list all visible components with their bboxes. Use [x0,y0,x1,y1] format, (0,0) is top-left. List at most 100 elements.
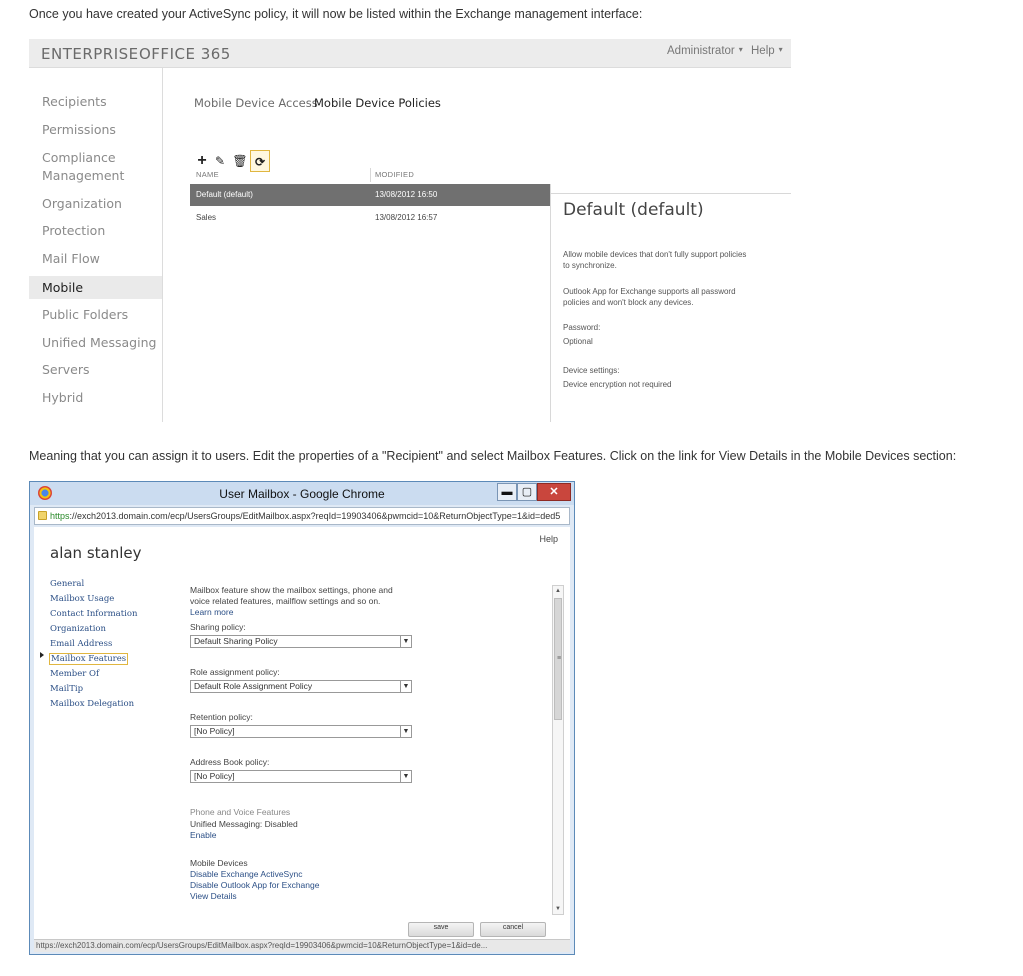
close-button[interactable]: ✕ [537,483,571,501]
enterprise-tab[interactable]: ENTERPRISE [41,45,139,63]
detail-text: to synchronize. [563,261,617,270]
chrome-window-screenshot: User Mailbox - Google Chrome ▬ ▢ ✕ https… [29,481,575,955]
intro-paragraph: Once you have created your ActiveSync po… [29,7,643,21]
side-link-email-address[interactable]: Email Address [50,639,112,649]
role-assignment-select[interactable]: Default Role Assignment Policy ▼ [190,680,412,693]
disable-owa-link[interactable]: Disable Outlook App for Exchange [190,880,319,891]
chevron-down-icon: ▼ [400,681,411,692]
cancel-button[interactable]: cancel [480,922,546,937]
view-details-link[interactable]: View Details [190,891,237,902]
detail-text: policies and won't block any devices. [563,298,694,307]
office365-tab[interactable]: OFFICE 365 [139,45,231,63]
edit-icon[interactable]: ✎ [210,150,230,172]
role-assignment-label: Role assignment policy: [190,667,280,677]
side-link-mailbox-features[interactable]: Mailbox Features [49,653,129,665]
column-divider [370,168,371,182]
administrator-menu[interactable]: Administrator ▾ [667,45,743,57]
password-label: Password: [563,323,601,332]
save-button[interactable]: save [408,922,474,937]
sidebar-item-protection[interactable]: Protection [29,222,162,240]
intro-text: voice related features, mailflow setting… [190,596,381,606]
sharing-policy-label: Sharing policy: [190,622,246,632]
sidebar-item-compliance-management[interactable]: Management [29,167,162,185]
address-book-policy-label: Address Book policy: [190,757,270,767]
sidebar-item-public-folders[interactable]: Public Folders [29,306,162,324]
device-settings-value: Device encryption not required [563,380,672,389]
address-url: ://exch2013.domain.com/ecp/UsersGroups/E… [69,511,561,521]
eac-sidebar: Recipients Permissions Compliance Manage… [29,68,163,422]
tab-mobile-device-access[interactable]: Mobile Device Access [194,96,318,110]
retention-policy-select[interactable]: [No Policy] ▼ [190,725,412,738]
learn-more-link[interactable]: Learn more [190,607,233,618]
administrator-label: Administrator [667,45,735,57]
chevron-down-icon: ▼ [400,726,411,737]
address-scheme: https [50,511,70,521]
retention-policy-label: Retention policy: [190,712,253,722]
page-title: alan stanley [50,544,142,562]
sidebar-item-recipients[interactable]: Recipients [29,93,162,111]
side-link-member-of[interactable]: Member Of [50,669,99,679]
tab-mobile-device-policies[interactable]: Mobile Device Policies [314,96,441,110]
scrollbar-thumb[interactable]: ≡ [554,598,562,720]
disable-activesync-link[interactable]: Disable Exchange ActiveSync [190,869,302,880]
table-row[interactable]: Sales 13/08/2012 16:57 [190,207,551,229]
device-settings-label: Device settings: [563,366,620,375]
policy-name: Default (default) [196,190,253,199]
role-assignment-value: Default Role Assignment Policy [194,681,313,691]
vertical-scrollbar[interactable]: ▲ ≡ ▼ [552,585,564,915]
address-bar[interactable]: https://exch2013.domain.com/ecp/UsersGro… [34,507,570,525]
sidebar-item-servers[interactable]: Servers [29,361,162,379]
sidebar-item-organization[interactable]: Organization [29,195,162,213]
help-menu[interactable]: Help ▾ [751,45,783,57]
sidebar-item-compliance[interactable]: Compliance [29,149,162,167]
sidebar-item-mail-flow[interactable]: Mail Flow [29,250,162,268]
column-header-name[interactable]: NAME [196,170,219,179]
table-row[interactable]: Default (default) 13/08/2012 16:50 [190,184,551,206]
chevron-down-icon: ▼ [400,636,411,647]
detail-title: Default (default) [563,200,704,220]
retention-policy-value: [No Policy] [194,726,235,736]
side-link-mailtip[interactable]: MailTip [50,684,83,694]
side-link-mailbox-usage[interactable]: Mailbox Usage [50,594,114,604]
chevron-down-icon: ▾ [778,45,783,54]
minimize-button[interactable]: ▬ [497,483,517,501]
window-titlebar: User Mailbox - Google Chrome ▬ ▢ ✕ [30,482,574,505]
delete-icon[interactable]: 🗑 [230,150,250,172]
chevron-down-icon: ▾ [738,45,743,54]
password-value: Optional [563,337,593,346]
window-title: User Mailbox - Google Chrome [219,487,385,501]
sharing-policy-select[interactable]: Default Sharing Policy ▼ [190,635,412,648]
enable-link[interactable]: Enable [190,830,216,841]
status-bar: https://exch2013.domain.com/ecp/UsersGro… [34,939,570,952]
side-link-mailbox-delegation[interactable]: Mailbox Delegation [50,699,134,709]
detail-text: Outlook App for Exchange supports all pa… [563,287,736,296]
intro-text: Mailbox feature show the mailbox setting… [190,585,393,595]
add-icon[interactable]: + [192,150,212,172]
policy-modified: 13/08/2012 16:57 [375,213,438,222]
refresh-icon[interactable]: ⟳ [250,150,270,172]
exchange-admin-screenshot: ENTERPRISE OFFICE 365 Administrator ▾ Hel… [29,39,791,422]
sidebar-item-permissions[interactable]: Permissions [29,121,162,139]
current-section-pointer-icon [40,652,44,658]
sidebar-item-unified-messaging[interactable]: Unified Messaging [29,334,162,352]
instructions-paragraph: Meaning that you can assign it to users.… [29,449,957,463]
help-link[interactable]: Help [539,534,558,544]
sidebar-item-hybrid[interactable]: Hybrid [29,389,162,407]
policy-name: Sales [196,213,217,222]
address-book-policy-value: [No Policy] [194,771,235,781]
grip-icon: ≡ [556,655,562,662]
sidebar-item-mobile[interactable]: Mobile [29,276,162,299]
detail-divider [550,184,551,422]
scroll-down-icon[interactable]: ▼ [553,904,563,914]
side-link-general[interactable]: General [50,579,84,589]
scroll-up-icon[interactable]: ▲ [553,586,563,596]
eac-header: ENTERPRISE OFFICE 365 Administrator ▾ Hel… [29,39,791,68]
address-book-policy-select[interactable]: [No Policy] ▼ [190,770,412,783]
maximize-button[interactable]: ▢ [517,483,537,501]
side-link-contact-information[interactable]: Contact Information [50,609,137,619]
mobile-devices-heading: Mobile Devices [190,858,248,868]
side-link-organization[interactable]: Organization [50,624,106,634]
lock-icon [38,511,47,520]
phone-voice-heading: Phone and Voice Features [190,807,291,817]
column-header-modified[interactable]: MODIFIED [375,170,414,179]
